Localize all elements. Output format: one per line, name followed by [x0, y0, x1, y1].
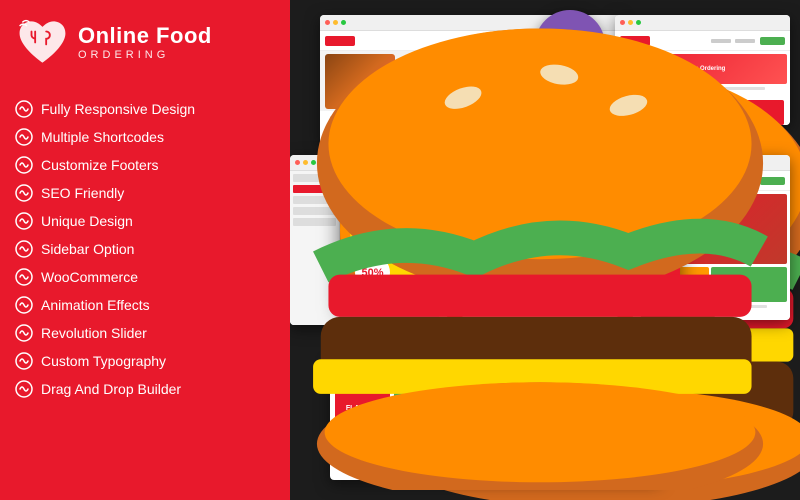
- logo-text: Online Food ORDERING: [78, 25, 212, 61]
- feature-label-multiple-shortcodes: Multiple Shortcodes: [41, 129, 164, 145]
- feature-item-revolution-slider: Revolution Slider: [15, 324, 290, 342]
- feature-item-seo-friendly: SEO Friendly: [15, 184, 290, 202]
- feature-icon: [15, 184, 33, 202]
- logo-icon: [15, 15, 70, 70]
- feature-icon: [15, 156, 33, 174]
- features-list: Fully Responsive Design Multiple Shortcod…: [0, 100, 290, 408]
- feature-label-customize-footers: Customize Footers: [41, 157, 158, 173]
- feature-icon: [15, 296, 33, 314]
- feature-item-drag-drop-builder: Drag And Drop Builder: [15, 380, 290, 398]
- feature-item-woocommerce: WooCommerce: [15, 268, 290, 286]
- feature-icon: [15, 324, 33, 342]
- feature-item-fully-responsive: Fully Responsive Design: [15, 100, 290, 118]
- brand-subtitle: ORDERING: [78, 49, 212, 61]
- feature-label-animation-effects: Animation Effects: [41, 297, 150, 313]
- feature-label-unique-design: Unique Design: [41, 213, 133, 229]
- feature-label-fully-responsive: Fully Responsive Design: [41, 101, 195, 117]
- feature-item-custom-typography: Custom Typography: [15, 352, 290, 370]
- feature-item-multiple-shortcodes: Multiple Shortcodes: [15, 128, 290, 146]
- feature-label-seo-friendly: SEO Friendly: [41, 185, 124, 201]
- feature-icon: [15, 128, 33, 146]
- feature-icon: [15, 380, 33, 398]
- feature-item-unique-design: Unique Design: [15, 212, 290, 230]
- feature-icon: [15, 268, 33, 286]
- feature-label-revolution-slider: Revolution Slider: [41, 325, 147, 341]
- feature-item-customize-footers: Customize Footers: [15, 156, 290, 174]
- feature-item-sidebar-option: Sidebar Option: [15, 240, 290, 258]
- feature-label-drag-drop-builder: Drag And Drop Builder: [41, 381, 181, 397]
- feature-icon: [15, 240, 33, 258]
- feature-icon: [15, 352, 33, 370]
- screenshots-area: Online Ordering: [290, 0, 800, 500]
- sandwich-image: [290, 0, 795, 490]
- feature-item-animation-effects: Animation Effects: [15, 296, 290, 314]
- header: Online Food ORDERING: [15, 15, 212, 70]
- brand-title: Online Food: [78, 25, 212, 47]
- feature-label-woocommerce: WooCommerce: [41, 269, 138, 285]
- feature-icon: [15, 100, 33, 118]
- feature-label-sidebar-option: Sidebar Option: [41, 241, 134, 257]
- feature-label-custom-typography: Custom Typography: [41, 353, 166, 369]
- feature-icon: [15, 212, 33, 230]
